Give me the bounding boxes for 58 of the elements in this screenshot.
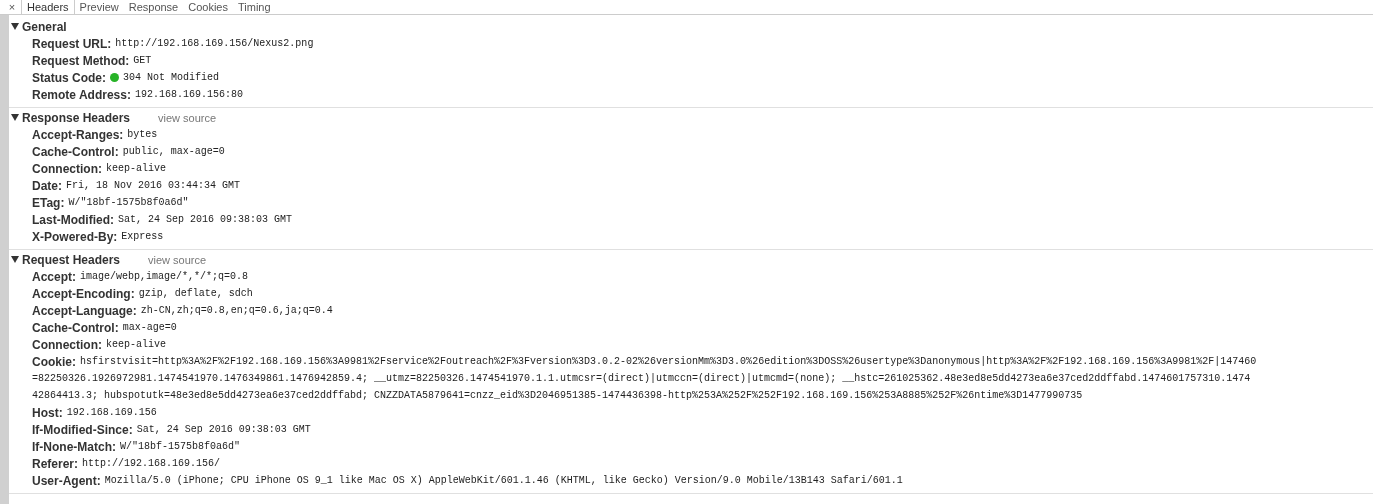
header-value: image/webp,image/*,*/*;q=0.8 xyxy=(80,271,249,282)
header-name: Cache-Control: xyxy=(32,320,119,335)
section-title[interactable]: General xyxy=(22,19,67,34)
header-value: bytes xyxy=(127,129,158,140)
header-name: If-None-Match: xyxy=(32,439,116,454)
header-name: Connection: xyxy=(32,161,102,176)
header-value: zh-CN,zh;q=0.8,en;q=0.6,ja;q=0.4 xyxy=(140,305,333,316)
header-value: =82250326.1926972981.1474541970.1476349861.1476942859.4; __utmz=82250326.1474541970.1.1.utmcsr=(direct)|utmccn=(direct)|utmcmd=(none); __hstc=261025362.48e3ed8e5dd4273ea6e37ced2ddffabd.1474601757310.1474 xyxy=(32,373,1251,384)
header-value: http://192.168.169.156/ xyxy=(82,458,221,469)
tab[interactable]: Cookies xyxy=(183,0,233,14)
expand-triangle-icon[interactable] xyxy=(11,256,19,263)
header-value: http://192.168.169.156/Nexus2.png xyxy=(115,38,314,49)
view-source-link[interactable]: view source xyxy=(158,111,217,124)
tab[interactable]: Preview xyxy=(74,0,124,14)
tab[interactable]: Timing xyxy=(233,0,276,14)
header-value: public, max-age=0 xyxy=(122,146,225,157)
header-value: Fri, 18 Nov 2016 03:44:34 GMT xyxy=(66,180,241,191)
header-name: Accept-Ranges: xyxy=(32,127,124,142)
header-name: X-Powered-By: xyxy=(32,229,118,244)
header-name: Last-Modified: xyxy=(32,212,114,227)
header-name: Request URL: xyxy=(32,36,112,51)
header-value: gzip, deflate, sdch xyxy=(138,288,253,299)
header-name: Status Code: xyxy=(32,70,106,85)
section-title[interactable]: Response Headers xyxy=(22,110,131,125)
header-value: 192.168.169.156 xyxy=(66,407,157,418)
header-value: Sat, 24 Sep 2016 09:38:03 GMT xyxy=(136,424,311,435)
header-name: Accept-Encoding: xyxy=(32,286,135,301)
header-name: Date: xyxy=(32,178,62,193)
header-name: User-Agent: xyxy=(32,473,101,488)
header-value: 42864413.3; hubspotutk=48e3ed8e5dd4273ea6e37ced2ddffabd; CNZZDATA5879641=cnzz_eid%3D2046951385-1474436398-http%253A%252F%252F192.168.169.156%253A8885%252F%26ntime%3D1477990735 xyxy=(32,390,1083,401)
expand-triangle-icon[interactable] xyxy=(11,114,19,121)
header-name: Cache-Control: xyxy=(32,144,119,159)
header-value: W/"18bf-1575b8f0a6d" xyxy=(68,197,189,208)
header-value: Mozilla/5.0 (iPhone; CPU iPhone OS 9_1 like Mac OS X) AppleWebKit/601.1.46 (KHTML, like Gecko) Version/9.0 Mobile/13B143 Safari/601.1 xyxy=(104,475,903,486)
section-title[interactable]: Request Headers xyxy=(22,252,121,267)
header-value: 304 Not Modified xyxy=(123,72,220,83)
header-name: Accept-Language: xyxy=(32,303,137,318)
header-name: Cookie: xyxy=(32,354,76,369)
header-value: max-age=0 xyxy=(122,322,177,333)
header-name: Referer: xyxy=(32,456,79,471)
header-value: W/"18bf-1575b8f0a6d" xyxy=(120,441,241,452)
header-value: Express xyxy=(121,231,164,242)
header-name: Connection: xyxy=(32,337,102,352)
tab[interactable]: Response xyxy=(123,0,184,14)
header-name: Remote Address: xyxy=(32,87,131,102)
header-value: keep-alive xyxy=(106,163,166,174)
header-name: Host: xyxy=(32,405,63,420)
header-value: 192.168.169.156:80 xyxy=(134,89,243,100)
header-name: Accept: xyxy=(32,269,76,284)
view-source-link[interactable]: view source xyxy=(148,253,207,266)
header-name: If-Modified-Since: xyxy=(32,422,133,437)
header-name: ETag: xyxy=(32,195,65,210)
expand-triangle-icon[interactable] xyxy=(11,23,19,30)
header-name: Request Method: xyxy=(32,53,130,68)
header-value: Sat, 24 Sep 2016 09:38:03 GMT xyxy=(118,214,293,225)
header-value: GET xyxy=(133,55,152,66)
header-value: keep-alive xyxy=(106,339,166,350)
header-value: hsfirstvisit=http%3A%2F%2F192.168.169.156%3A9981%2Fservice%2Foutreach%2F%3Fversion%3D3.0.2-02%26versionMm%3D3.0%26edition%3DOSS%26usertype%3Danonymous|http%3A%2F%2F192.168.169.156%3A9981%2F|147460 xyxy=(80,356,1257,367)
